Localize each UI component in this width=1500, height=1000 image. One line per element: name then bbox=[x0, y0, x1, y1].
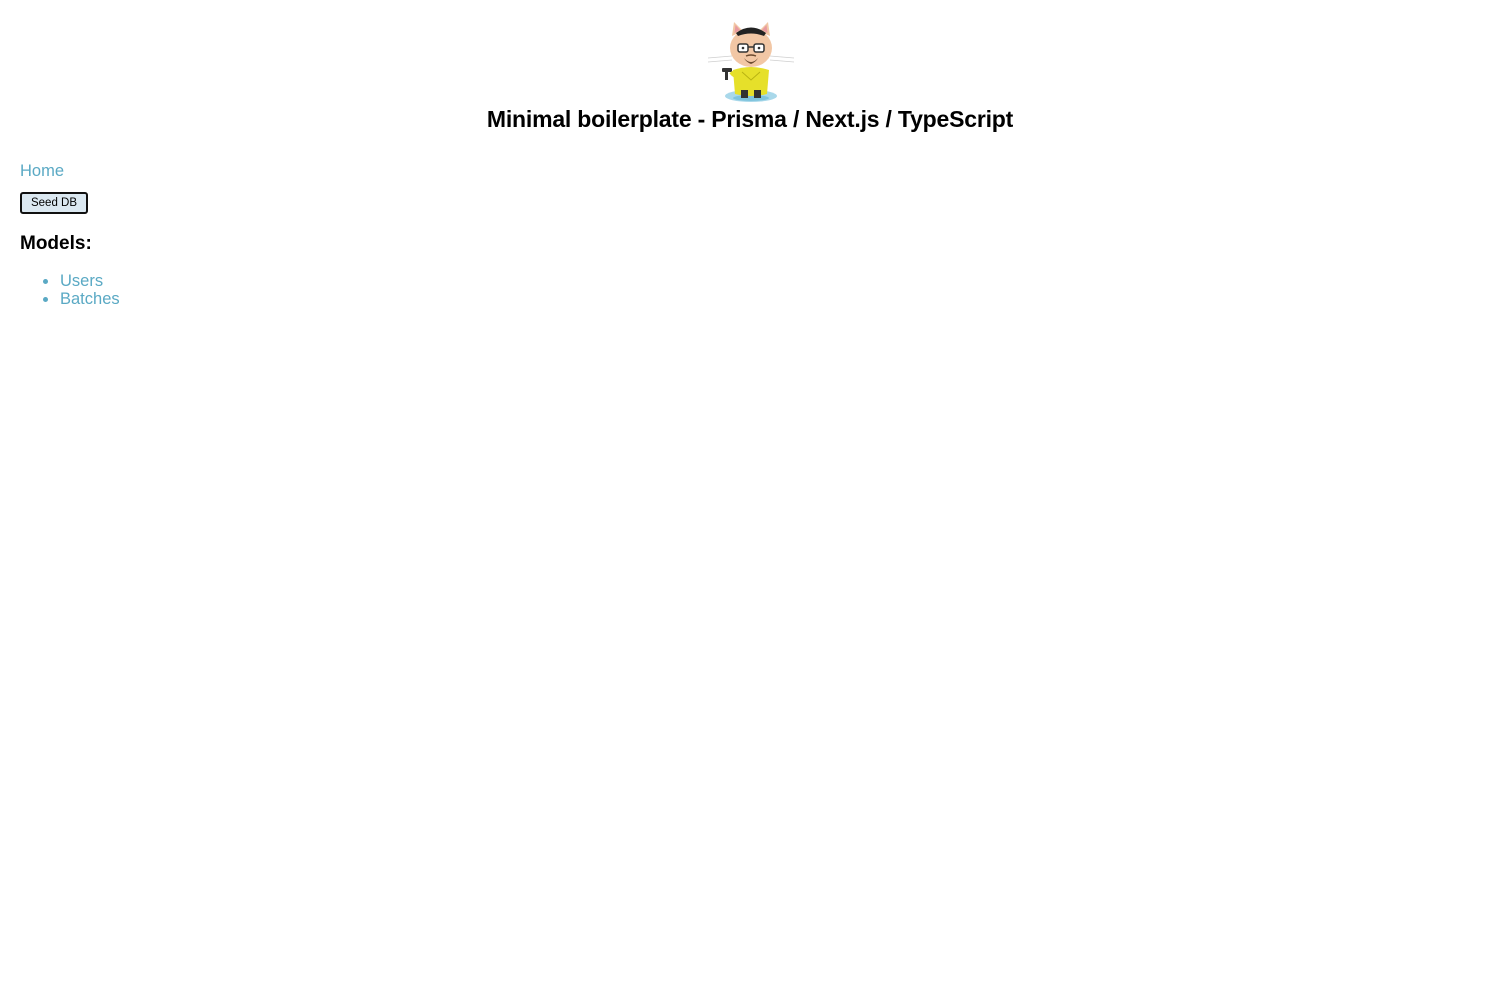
octocat-logo bbox=[707, 22, 795, 102]
list-item: Users bbox=[43, 272, 120, 290]
model-link-batches[interactable]: Batches bbox=[60, 290, 120, 308]
models-list: Users Batches bbox=[20, 272, 120, 308]
model-link-users[interactable]: Users bbox=[60, 272, 103, 290]
bullet-icon bbox=[43, 297, 48, 302]
models-heading: Models: bbox=[20, 233, 92, 254]
list-item: Batches bbox=[43, 290, 120, 308]
top-nav: Home bbox=[20, 162, 64, 181]
seed-db-button[interactable]: Seed DB bbox=[20, 192, 88, 214]
home-link[interactable]: Home bbox=[20, 162, 64, 181]
page-title: Minimal boilerplate - Prisma / Next.js /… bbox=[486, 106, 1014, 132]
bullet-icon bbox=[43, 279, 48, 284]
